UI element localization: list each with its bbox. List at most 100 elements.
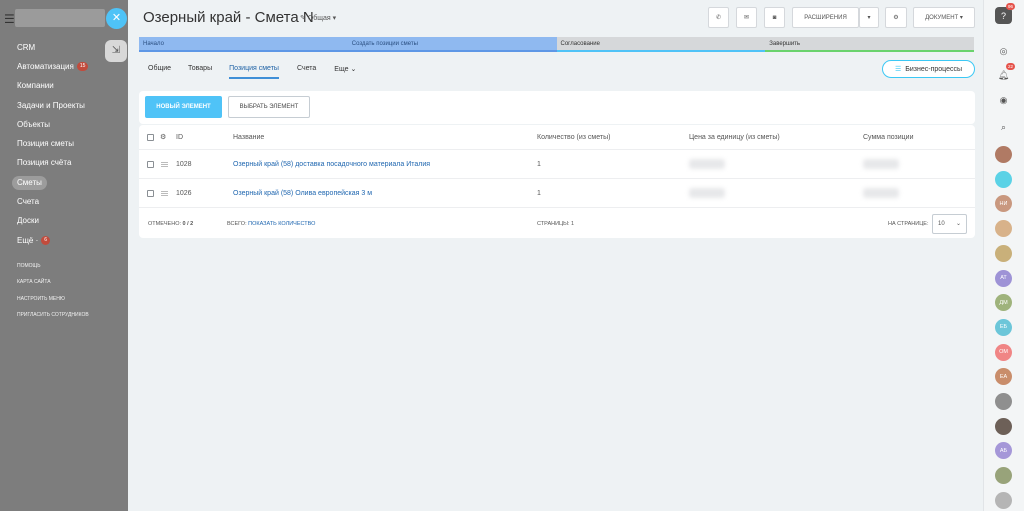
- row-price-hidden: [689, 179, 725, 207]
- sidebar-item-invoice-items[interactable]: Позиция счёта: [17, 154, 88, 173]
- column-header-name[interactable]: Название: [233, 125, 264, 149]
- row-drag-handle-icon[interactable]: [161, 179, 168, 207]
- row-sum-hidden: [863, 179, 899, 207]
- show-count-link[interactable]: ПОКАЗАТЬ КОЛИЧЕСТВО: [248, 221, 315, 227]
- row-name-link[interactable]: Озерный край (58) доставка посадочного м…: [233, 150, 430, 178]
- stage-approval[interactable]: Согласование: [556, 37, 766, 52]
- row-price-hidden: [689, 150, 725, 178]
- row-sum-hidden: [863, 150, 899, 178]
- stage-start[interactable]: Начало: [139, 37, 348, 52]
- sidebar-item-estimate-items[interactable]: Позиция сметы: [17, 134, 88, 153]
- column-header-sum[interactable]: Сумма позиции: [863, 125, 914, 149]
- tab-estimate-items[interactable]: Позиция сметы: [229, 65, 279, 79]
- row-qty: 1: [537, 160, 541, 168]
- help-icon[interactable]: ? 96: [995, 3, 1015, 24]
- sidebar-item-invoices[interactable]: Счета: [17, 192, 88, 211]
- mail-icon[interactable]: ✉: [736, 7, 757, 28]
- phone-icon[interactable]: ✆: [708, 7, 729, 28]
- table-row[interactable]: 1026 Озерный край (58) Олива европейская…: [139, 179, 975, 208]
- avatar[interactable]: [995, 491, 1012, 509]
- row-checkbox[interactable]: [147, 179, 154, 207]
- avatar[interactable]: [995, 417, 1012, 435]
- tab-general[interactable]: Общие: [148, 65, 171, 79]
- avatar[interactable]: [995, 146, 1012, 163]
- copilot-icon[interactable]: ◎: [995, 43, 1012, 60]
- configure-menu-link[interactable]: НАСТРОИТЬ МЕНЮ: [17, 296, 89, 312]
- chevron-down-icon: ⌄: [955, 221, 961, 227]
- new-element-button[interactable]: НОВЫЙ ЭЛЕМЕНТ: [145, 96, 222, 118]
- business-processes-button[interactable]: ☰ Бизнес-процессы: [882, 60, 975, 78]
- avatar[interactable]: ЕА: [995, 368, 1012, 386]
- row-name-link[interactable]: Озерный край (58) Олива европейская 3 м: [233, 179, 372, 207]
- column-header-qty[interactable]: Количество (из сметы): [537, 125, 610, 149]
- bell-icon[interactable]: 🔔︎ 22: [995, 63, 1015, 84]
- left-sidebar: ☰ ⇲ CRM Автоматизация 15 Компании Задачи …: [0, 0, 128, 511]
- search-icon[interactable]: ⌕: [995, 119, 1012, 136]
- sidebar-item-tasks[interactable]: Задачи и Проекты: [17, 96, 88, 115]
- sidebar-item-more[interactable]: Ещё · 6: [17, 231, 88, 250]
- tab-products[interactable]: Товары: [188, 65, 212, 79]
- detail-tabs: Общие Товары Позиция сметы Счета Еще ⌄: [148, 65, 356, 79]
- avatar[interactable]: [995, 220, 1012, 238]
- row-drag-handle-icon[interactable]: [161, 150, 168, 178]
- sidebar-item-boards[interactable]: Доски: [17, 212, 88, 231]
- sitemap-link[interactable]: КАРТА САЙТА: [17, 279, 89, 295]
- avatar[interactable]: НИ: [995, 195, 1012, 213]
- column-settings-icon[interactable]: ⚙: [160, 125, 166, 149]
- avatar[interactable]: [995, 244, 1012, 262]
- tab-invoices[interactable]: Счета: [297, 65, 316, 79]
- page-title: Озерный край - Смета N: [143, 9, 314, 26]
- grid-header-row: ⚙ ID Название Количество (из сметы) Цена…: [139, 125, 975, 150]
- extensions-dropdown-icon[interactable]: ▾: [859, 7, 879, 28]
- counter-badge: 15: [76, 62, 89, 72]
- business-process-icon: ☰: [894, 66, 902, 73]
- sidebar-menu: CRM Автоматизация 15 Компании Задачи и Пр…: [12, 38, 89, 250]
- sidebar-item-automation[interactable]: Автоматизация 15: [17, 57, 89, 76]
- help-link[interactable]: ПОМОЩЬ: [17, 263, 89, 279]
- pages-counter: СТРАНИЦЫ: 1: [537, 220, 575, 227]
- stage-progress-bar: Начало Создать позиции сметы Согласовани…: [139, 37, 974, 53]
- menu-icon[interactable]: ☰: [4, 12, 15, 26]
- avatar[interactable]: ОМ: [995, 343, 1012, 361]
- table-row[interactable]: 1028 Озерный край (58) доставка посадочн…: [139, 150, 975, 179]
- select-all-checkbox[interactable]: [147, 125, 154, 149]
- right-rail: ? 96 ◎ 🔔︎ 22 ◉ ⌕ НИ АТ ДМ ЕБ ОМ ЕА АБ: [983, 0, 1024, 511]
- stage-finish[interactable]: Завершить: [765, 37, 974, 52]
- avatar[interactable]: [995, 393, 1012, 410]
- stage-create-items[interactable]: Создать позиции сметы: [347, 37, 557, 52]
- collapse-sidebar-icon[interactable]: ⇲: [105, 40, 127, 62]
- per-page-wrapper: 10 ⌄: [932, 209, 967, 238]
- sidebar-item-objects[interactable]: Объекты: [17, 115, 88, 134]
- avatar[interactable]: ЕБ: [995, 318, 1012, 336]
- document-button[interactable]: ДОКУМЕНТ ▾: [913, 7, 975, 28]
- portal-logo[interactable]: [15, 9, 105, 27]
- avatar[interactable]: [995, 170, 1012, 188]
- column-header-id[interactable]: ID: [176, 125, 183, 149]
- avatar[interactable]: АТ: [995, 269, 1012, 287]
- avatar[interactable]: ДМ: [995, 294, 1012, 312]
- sidebar-footer: ПОМОЩЬ КАРТА САЙТА НАСТРОИТЬ МЕНЮ ПРИГЛА…: [17, 263, 89, 328]
- items-grid: ⚙ ID Название Количество (из сметы) Цена…: [139, 125, 975, 238]
- row-id: 1028: [176, 160, 192, 168]
- chat-icon[interactable]: ◙: [764, 7, 785, 28]
- close-slider-button[interactable]: ✕: [106, 8, 127, 29]
- notifications-badge: 22: [1005, 63, 1015, 70]
- sidebar-item-estimates[interactable]: Сметы: [12, 173, 88, 192]
- tab-more[interactable]: Еще ⌄: [334, 65, 356, 79]
- extensions-button[interactable]: РАСШИРЕНИЯ: [792, 7, 859, 28]
- help-badge: 96: [1005, 3, 1015, 10]
- invite-users-link[interactable]: ПРИГЛАСИТЬ СОТРУДНИКОВ: [17, 312, 89, 328]
- total-counter: ВСЕГО: ПОКАЗАТЬ КОЛИЧЕСТВО: [227, 220, 316, 227]
- per-page-select[interactable]: 10 ⌄: [932, 213, 967, 234]
- grid-footer: ОТМЕЧЕНО: 0 / 2 ВСЕГО: ПОКАЗАТЬ КОЛИЧЕСТ…: [139, 209, 975, 238]
- messenger-icon[interactable]: ◉: [995, 92, 1012, 109]
- row-checkbox[interactable]: [147, 150, 154, 178]
- category-selector[interactable]: ✎ Общая ▾: [300, 14, 336, 22]
- avatar[interactable]: АБ: [995, 442, 1012, 460]
- sidebar-item-crm[interactable]: CRM: [17, 38, 88, 57]
- select-element-button[interactable]: ВЫБРАТЬ ЭЛЕМЕНТ: [228, 96, 310, 118]
- column-header-price[interactable]: Цена за единицу (из сметы): [689, 125, 780, 149]
- settings-gear-icon[interactable]: ⚙: [885, 7, 907, 28]
- sidebar-item-companies[interactable]: Компании: [17, 77, 88, 96]
- avatar[interactable]: [995, 467, 1012, 485]
